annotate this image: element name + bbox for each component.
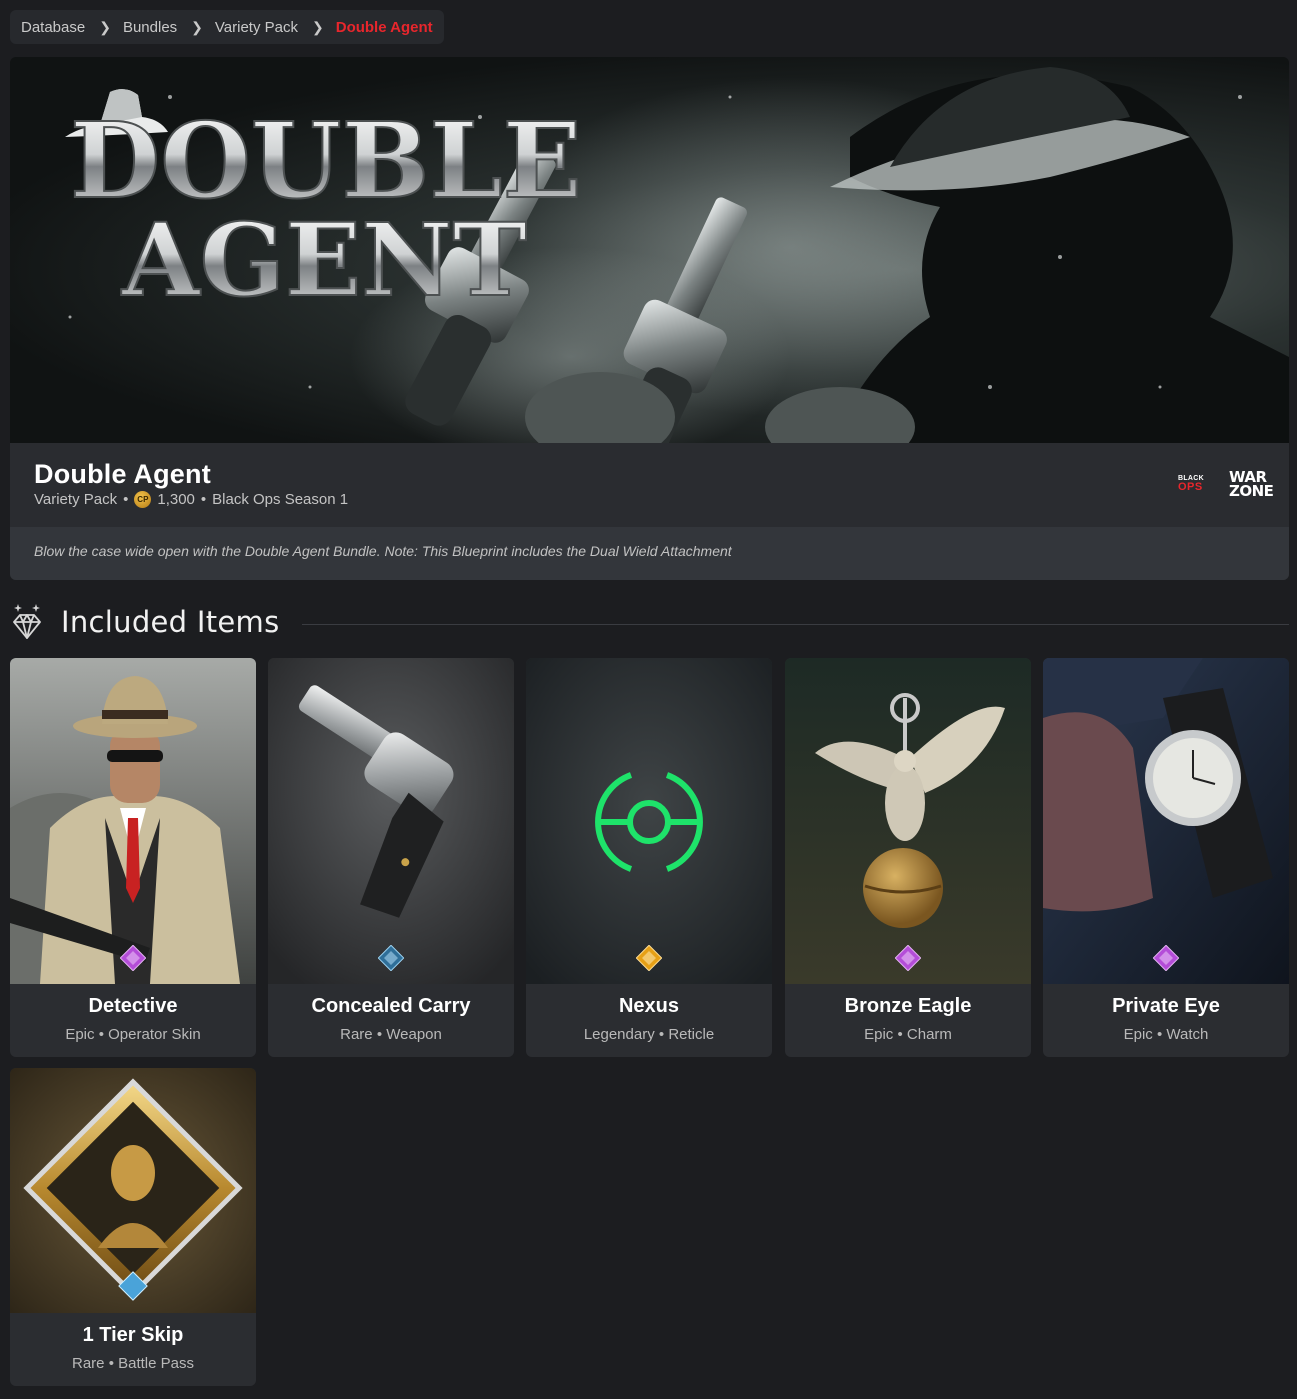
- bundle-season: Black Ops Season 1: [212, 491, 349, 508]
- item-image-battle-pass: [10, 1068, 256, 1313]
- meta-separator: •: [200, 491, 207, 508]
- item-subtitle: Rare • Weapon: [340, 1026, 442, 1043]
- section-divider: [301, 623, 1289, 625]
- bundle-title: Double Agent: [34, 459, 211, 489]
- item-name: Concealed Carry: [311, 995, 471, 1017]
- meta-separator: •: [123, 491, 129, 508]
- breadcrumb-current: Double Agent: [335, 18, 433, 36]
- bundle-hero: DOUBLE AGENT Double Agent Variety Pack •…: [10, 57, 1289, 580]
- warzone-logo: WAR ZONE: [1229, 468, 1274, 500]
- rarity-epic-icon: [895, 945, 921, 971]
- section-title: Included Items: [61, 605, 280, 639]
- bundle-pack-type: Variety Pack: [34, 491, 118, 508]
- item-card-concealed-carry[interactable]: Concealed Carry Rare • Weapon: [268, 658, 514, 1057]
- rarity-epic-icon: [120, 945, 146, 971]
- item-card-tier-skip[interactable]: 1 Tier Skip Rare • Battle Pass: [10, 1068, 256, 1386]
- item-subtitle: Rare • Battle Pass: [72, 1355, 194, 1372]
- item-image-reticle: [526, 658, 772, 984]
- item-image-watch: [1043, 658, 1289, 984]
- item-name: Nexus: [618, 995, 680, 1017]
- item-card-nexus[interactable]: Nexus Legendary • Reticle: [526, 658, 772, 1057]
- cod-points-icon: CP: [134, 491, 152, 508]
- svg-text:AGENT: AGENT: [121, 201, 527, 319]
- rarity-rare-icon: [378, 945, 404, 971]
- item-name: Bronze Eagle: [844, 995, 972, 1017]
- chevron-right-icon: ❯: [191, 18, 203, 35]
- rarity-epic-icon: [1153, 945, 1179, 971]
- diamond-icon: [13, 604, 41, 639]
- bundle-meta: Variety Pack • CP 1,300 • Black Ops Seas…: [34, 491, 348, 508]
- bundle-banner-image: DOUBLE AGENT: [10, 57, 1289, 443]
- item-card-detective[interactable]: Detective Epic • Operator Skin: [10, 658, 256, 1057]
- black-ops-logo: BLACK OPS: [1178, 475, 1204, 493]
- breadcrumb-database[interactable]: Database: [21, 19, 85, 36]
- item-image-weapon: [268, 658, 514, 984]
- bundle-price: 1,300: [157, 491, 195, 508]
- item-subtitle: Epic • Watch: [1123, 1026, 1209, 1043]
- bundle-description: Blow the case wide open with the Double …: [10, 527, 1289, 580]
- breadcrumb: Database ❯ Bundles ❯ Variety Pack ❯ Doub…: [10, 10, 444, 44]
- item-image-operator: [10, 658, 256, 984]
- included-items-header: Included Items: [10, 600, 1289, 644]
- breadcrumb-bundles[interactable]: Bundles: [123, 19, 177, 36]
- item-subtitle: Epic • Charm: [864, 1026, 952, 1043]
- item-subtitle: Legendary • Reticle: [583, 1026, 715, 1043]
- item-name: Private Eye: [1112, 995, 1220, 1017]
- item-name: Detective: [88, 995, 178, 1017]
- item-image-charm: [785, 658, 1031, 984]
- item-card-private-eye[interactable]: Private Eye Epic • Watch: [1043, 658, 1289, 1057]
- item-name: 1 Tier Skip: [82, 1324, 184, 1346]
- breadcrumb-variety-pack[interactable]: Variety Pack: [215, 19, 298, 36]
- chevron-right-icon: ❯: [99, 18, 111, 35]
- item-card-bronze-eagle[interactable]: Bronze Eagle Epic • Charm: [785, 658, 1031, 1057]
- bundle-info: Double Agent Variety Pack • CP 1,300 • B…: [10, 443, 1289, 527]
- rarity-legendary-icon: [636, 945, 662, 971]
- item-subtitle: Epic • Operator Skin: [65, 1026, 201, 1043]
- chevron-right-icon: ❯: [312, 18, 324, 35]
